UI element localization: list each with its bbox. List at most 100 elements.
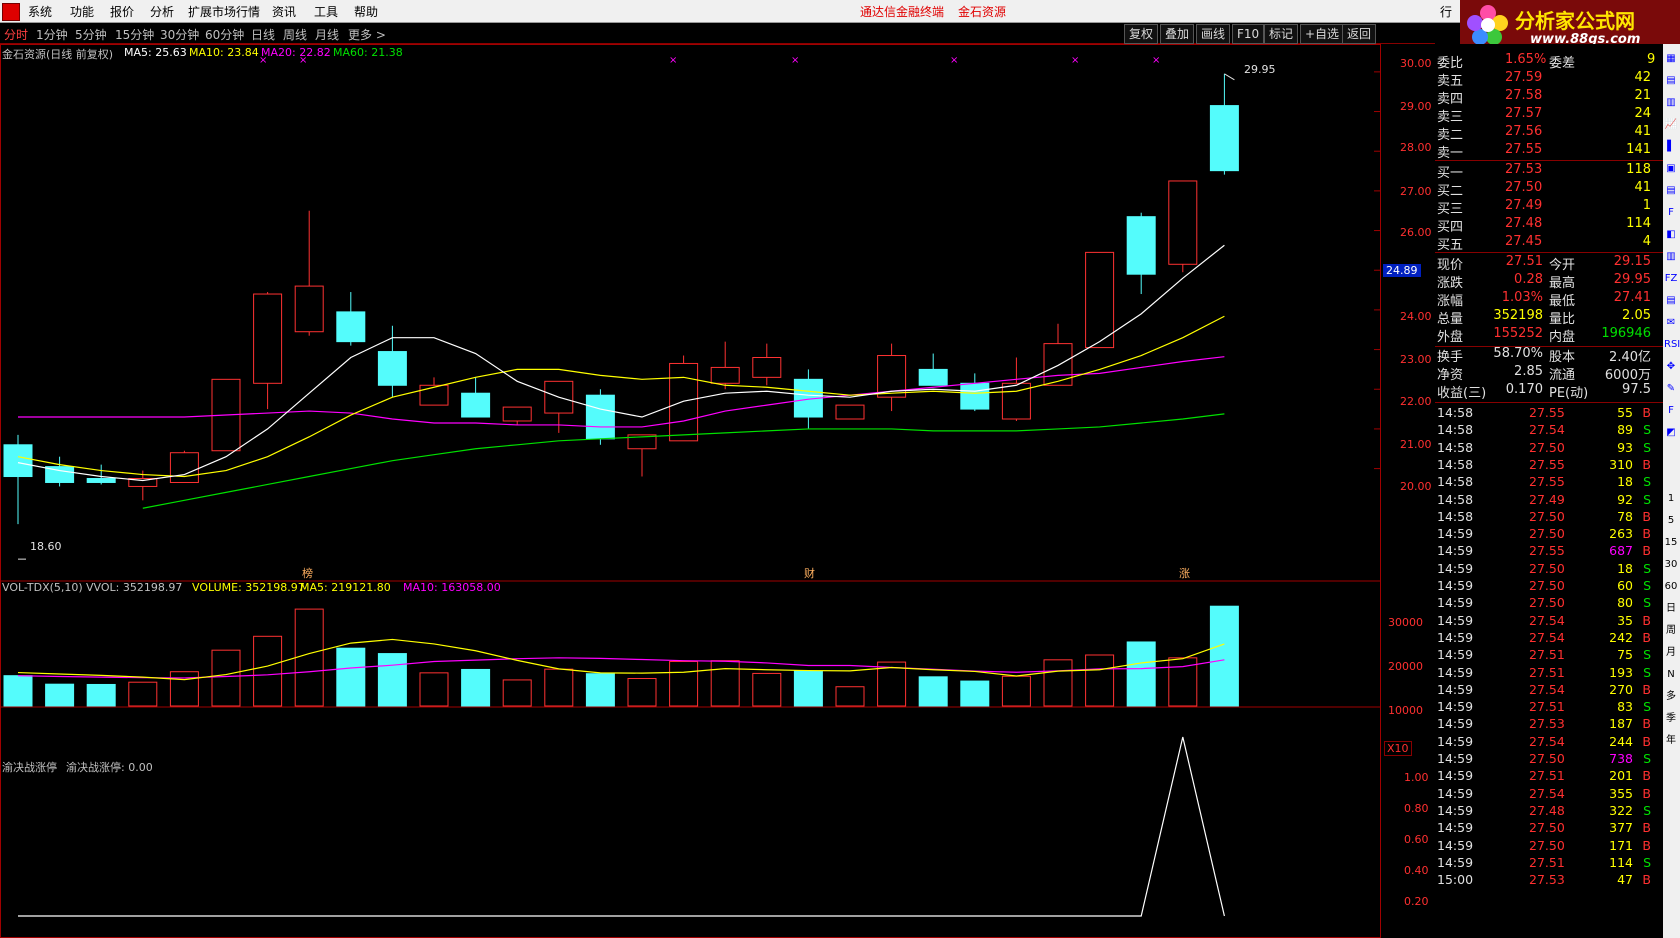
side-period-button[interactable]: 15 bbox=[1664, 536, 1678, 550]
tick-row[interactable]: 14:58 27.55 18 S bbox=[1435, 474, 1663, 492]
tick-row[interactable]: 15:00 27.53 47 B bbox=[1435, 872, 1663, 890]
tick-row[interactable]: 14:59 27.53 187 B bbox=[1435, 716, 1663, 734]
side-tool-icon[interactable]: F bbox=[1664, 404, 1678, 418]
ask-row[interactable]: 卖三 27.57 24 bbox=[1435, 106, 1663, 125]
menu-tools[interactable]: 工具 bbox=[314, 3, 338, 20]
tick-row[interactable]: 14:58 27.54 89 S bbox=[1435, 422, 1663, 440]
side-tool-icon[interactable]: FZ bbox=[1664, 272, 1678, 286]
side-tool-icon[interactable]: ▌ bbox=[1664, 140, 1678, 154]
ask-row[interactable]: 卖四 27.58 21 bbox=[1435, 88, 1663, 107]
marker-finance[interactable]: 财 bbox=[804, 565, 815, 581]
add-watchlist-button[interactable]: +自选 bbox=[1300, 24, 1345, 44]
app-logo-icon[interactable] bbox=[2, 3, 20, 21]
side-tool-icon[interactable]: ▥ bbox=[1664, 96, 1678, 110]
tab-30min[interactable]: 30分钟 bbox=[160, 26, 199, 43]
side-period-button[interactable]: 1 bbox=[1664, 492, 1678, 506]
bid-row[interactable]: 买一 27.53 118 bbox=[1435, 162, 1663, 181]
side-tool-icon[interactable]: RSI bbox=[1664, 338, 1680, 352]
side-tool-icon[interactable]: F bbox=[1664, 206, 1678, 220]
ask-row[interactable]: 卖五 27.59 42 bbox=[1435, 70, 1663, 89]
tab-15min[interactable]: 15分钟 bbox=[115, 26, 154, 43]
menu-function[interactable]: 功能 bbox=[70, 3, 94, 20]
tick-row[interactable]: 14:59 27.54 244 B bbox=[1435, 734, 1663, 752]
tick-row[interactable]: 14:59 27.55 687 B bbox=[1435, 543, 1663, 561]
tab-5min[interactable]: 5分钟 bbox=[75, 26, 107, 43]
side-tool-icon[interactable]: ▦ bbox=[1664, 52, 1678, 66]
menu-analysis[interactable]: 分析 bbox=[150, 3, 174, 20]
side-period-button[interactable]: 多 bbox=[1664, 690, 1678, 704]
tick-row[interactable]: 14:58 27.49 92 S bbox=[1435, 492, 1663, 510]
tick-row[interactable]: 14:59 27.50 377 B bbox=[1435, 820, 1663, 838]
side-tool-icon[interactable]: ◧ bbox=[1664, 228, 1678, 242]
tick-row[interactable]: 14:59 27.50 80 S bbox=[1435, 595, 1663, 613]
bid-row[interactable]: 买四 27.48 114 bbox=[1435, 216, 1663, 235]
bid-row[interactable]: 买五 27.45 4 bbox=[1435, 234, 1663, 253]
tab-daily[interactable]: 日线 bbox=[251, 26, 275, 43]
tick-row[interactable]: 14:59 27.50 263 B bbox=[1435, 526, 1663, 544]
menu-quote[interactable]: 报价 bbox=[110, 3, 134, 20]
tab-intraday[interactable]: 分时 bbox=[4, 26, 28, 43]
tick-row[interactable]: 14:59 27.50 60 S bbox=[1435, 578, 1663, 596]
tab-more[interactable]: 更多 > bbox=[348, 26, 386, 43]
tick-row[interactable]: 14:58 27.55 310 B bbox=[1435, 457, 1663, 475]
side-tool-icon[interactable]: ▤ bbox=[1664, 184, 1678, 198]
tab-1min[interactable]: 1分钟 bbox=[36, 26, 68, 43]
side-tool-icon[interactable]: ✎ bbox=[1664, 382, 1678, 396]
side-period-button[interactable]: 日 bbox=[1664, 602, 1678, 616]
bid-row[interactable]: 买三 27.49 1 bbox=[1435, 198, 1663, 217]
side-period-button[interactable]: 月 bbox=[1664, 646, 1678, 660]
mark-button[interactable]: 标记 bbox=[1264, 24, 1299, 44]
side-period-button[interactable]: 年 bbox=[1664, 734, 1678, 748]
side-tool-icon[interactable]: ✥ bbox=[1664, 360, 1678, 374]
tick-row[interactable]: 14:59 27.50 18 S bbox=[1435, 561, 1663, 579]
tab-monthly[interactable]: 月线 bbox=[315, 26, 339, 43]
ask-row[interactable]: 卖一 27.55 141 bbox=[1435, 142, 1663, 161]
tick-row[interactable]: 14:58 27.50 93 S bbox=[1435, 440, 1663, 458]
tick-row[interactable]: 14:59 27.54 270 B bbox=[1435, 682, 1663, 700]
menu-ext-market[interactable]: 扩展市场行情 bbox=[188, 3, 260, 20]
side-period-button[interactable]: 60 bbox=[1664, 580, 1678, 594]
side-tool-icon[interactable]: ▤ bbox=[1664, 294, 1678, 308]
side-period-button[interactable]: 周 bbox=[1664, 624, 1678, 638]
marker-rank[interactable]: 榜 bbox=[302, 565, 313, 581]
chart-area[interactable]: × × × × × × × bbox=[0, 44, 1435, 938]
tick-row[interactable]: 14:59 27.50 738 S bbox=[1435, 751, 1663, 769]
overlay-button[interactable]: 叠加 bbox=[1160, 24, 1195, 44]
menu-system[interactable]: 系统 bbox=[28, 3, 52, 20]
f10-button[interactable]: F10 bbox=[1232, 24, 1265, 44]
side-tool-icon[interactable]: ✉ bbox=[1664, 316, 1678, 330]
bid-row[interactable]: 买二 27.50 41 bbox=[1435, 180, 1663, 199]
side-tool-icon[interactable]: ▣ bbox=[1664, 162, 1678, 176]
tick-row[interactable]: 14:59 27.50 171 B bbox=[1435, 838, 1663, 856]
candle-body bbox=[1126, 216, 1156, 275]
side-period-button[interactable]: N bbox=[1664, 668, 1678, 682]
side-period-button[interactable]: 季 bbox=[1664, 712, 1678, 726]
back-button[interactable]: 返回 bbox=[1342, 24, 1377, 44]
tick-row[interactable]: 14:59 27.51 75 S bbox=[1435, 647, 1663, 665]
tick-row[interactable]: 14:59 27.51 83 S bbox=[1435, 699, 1663, 717]
side-tool-icon[interactable]: ▥ bbox=[1664, 250, 1678, 264]
menu-help[interactable]: 帮助 bbox=[354, 3, 378, 20]
tab-weekly[interactable]: 周线 bbox=[283, 26, 307, 43]
tick-row[interactable]: 14:59 27.51 114 S bbox=[1435, 855, 1663, 873]
draw-line-button[interactable]: 画线 bbox=[1196, 24, 1231, 44]
menu-news[interactable]: 资讯 bbox=[272, 3, 296, 20]
restore-rights-button[interactable]: 复权 bbox=[1124, 24, 1159, 44]
tick-row[interactable]: 14:59 27.51 201 B bbox=[1435, 768, 1663, 786]
tick-row[interactable]: 14:58 27.50 78 B bbox=[1435, 509, 1663, 527]
side-period-button[interactable]: 5 bbox=[1664, 514, 1678, 528]
side-tool-icon[interactable]: ◩ bbox=[1664, 426, 1678, 440]
tick-row[interactable]: 14:58 27.55 55 B bbox=[1435, 405, 1663, 423]
tick-row[interactable]: 14:59 27.54 242 B bbox=[1435, 630, 1663, 648]
tab-60min[interactable]: 60分钟 bbox=[205, 26, 244, 43]
side-tool-icon[interactable]: 📈 bbox=[1664, 118, 1678, 132]
tick-row[interactable]: 14:59 27.48 322 S bbox=[1435, 803, 1663, 821]
side-tool-icon[interactable]: ▤ bbox=[1664, 74, 1678, 88]
ask-row[interactable]: 卖二 27.56 41 bbox=[1435, 124, 1663, 143]
side-period-button[interactable]: 30 bbox=[1664, 558, 1678, 572]
tick-row[interactable]: 14:59 27.54 35 B bbox=[1435, 613, 1663, 631]
menu-right-button[interactable]: 行 bbox=[1440, 3, 1452, 20]
tick-row[interactable]: 14:59 27.51 193 S bbox=[1435, 665, 1663, 683]
tick-row[interactable]: 14:59 27.54 355 B bbox=[1435, 786, 1663, 804]
marker-limit-up[interactable]: 涨 bbox=[1179, 565, 1190, 581]
